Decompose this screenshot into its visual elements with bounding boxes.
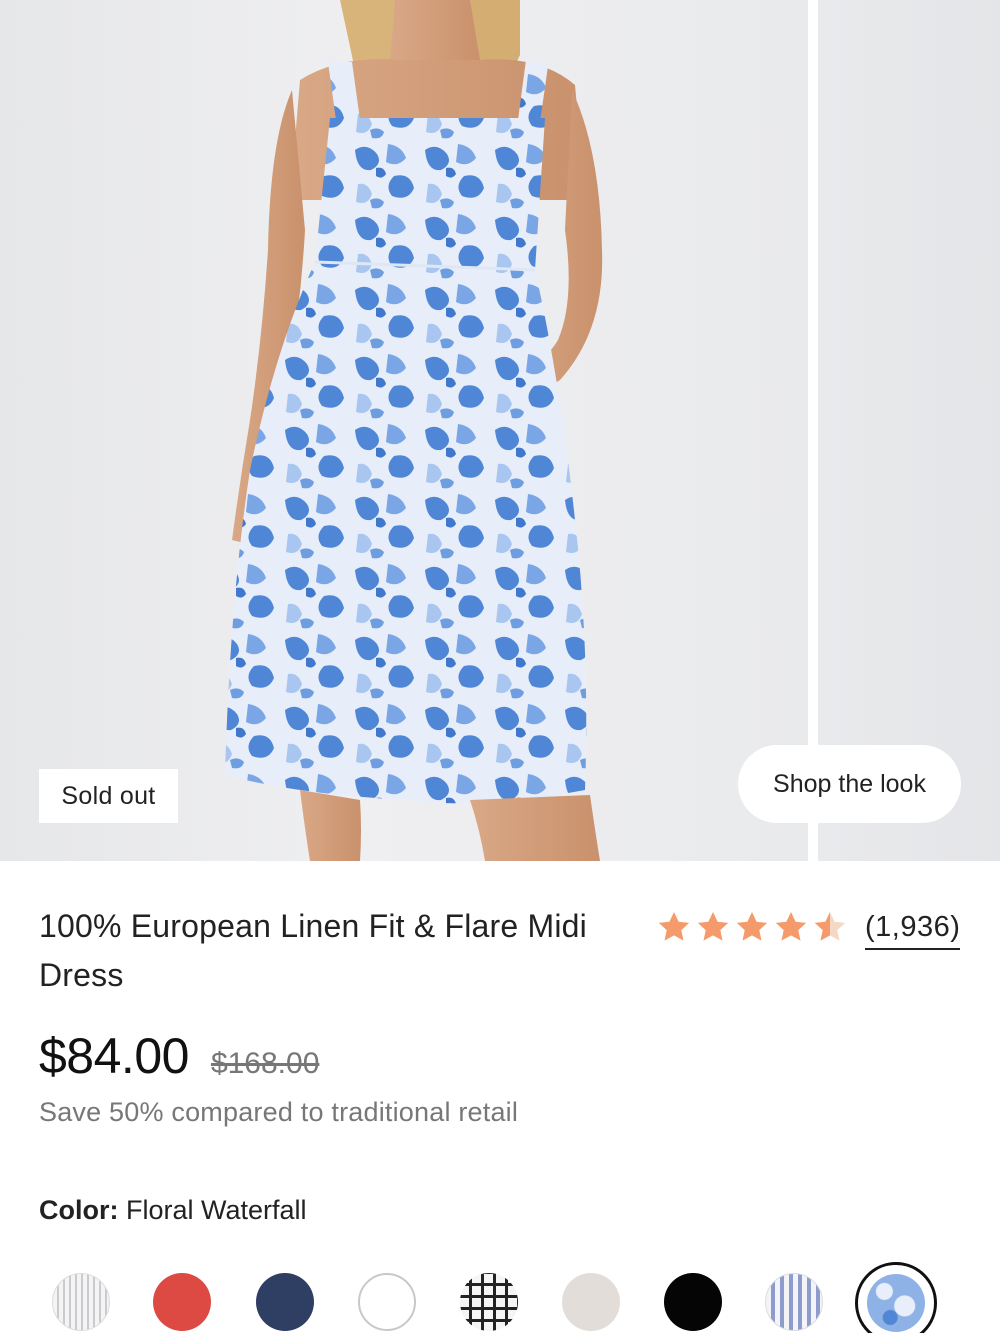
swatch-floral-waterfall[interactable]	[867, 1274, 925, 1332]
sale-price: $84.00	[39, 1028, 189, 1084]
star-icon	[658, 911, 690, 941]
star-rating	[655, 908, 849, 946]
price-row: $84.00 $168.00	[39, 1027, 319, 1085]
product-image-gallery[interactable]: Sold out Shop the look	[0, 0, 1000, 861]
star-icon	[775, 911, 807, 941]
model-wearing-dress-image	[225, 0, 603, 861]
swatch-black[interactable]	[664, 1273, 722, 1331]
swatch-navy[interactable]	[256, 1273, 314, 1331]
swatch-black-white-gingham[interactable]	[460, 1273, 518, 1331]
swatch-red[interactable]	[153, 1273, 211, 1331]
next-product-photo[interactable]	[818, 0, 1000, 861]
original-price: $168.00	[210, 1047, 320, 1080]
savings-note: Save 50% compared to traditional retail	[39, 1097, 519, 1127]
sold-out-badge: Sold out	[39, 769, 178, 823]
star-icon	[736, 911, 768, 941]
swatch-white-grey-stripe[interactable]	[52, 1273, 110, 1331]
shop-the-look-button[interactable]: Shop the look	[738, 745, 961, 823]
color-label: Color:	[39, 1195, 119, 1225]
product-page: Sold out Shop the look 100% European Lin…	[0, 0, 1000, 1333]
product-rating[interactable]: (1,936)	[655, 905, 961, 950]
selected-color-name: Floral Waterfall	[126, 1195, 307, 1225]
swatch-blue-white-stripe[interactable]	[765, 1273, 823, 1331]
swatch-white[interactable]	[358, 1273, 416, 1331]
review-count-link[interactable]: (1,936)	[865, 911, 961, 950]
half-star-icon	[814, 911, 846, 941]
star-icon	[697, 911, 729, 941]
swatch-oatmeal[interactable]	[562, 1273, 620, 1331]
color-selection-label: Color: Floral Waterfall	[39, 1195, 307, 1226]
gallery-divider	[808, 0, 818, 861]
product-title: 100% European Linen Fit & Flare Midi Dre…	[39, 908, 587, 993]
product-photo[interactable]	[0, 0, 808, 861]
